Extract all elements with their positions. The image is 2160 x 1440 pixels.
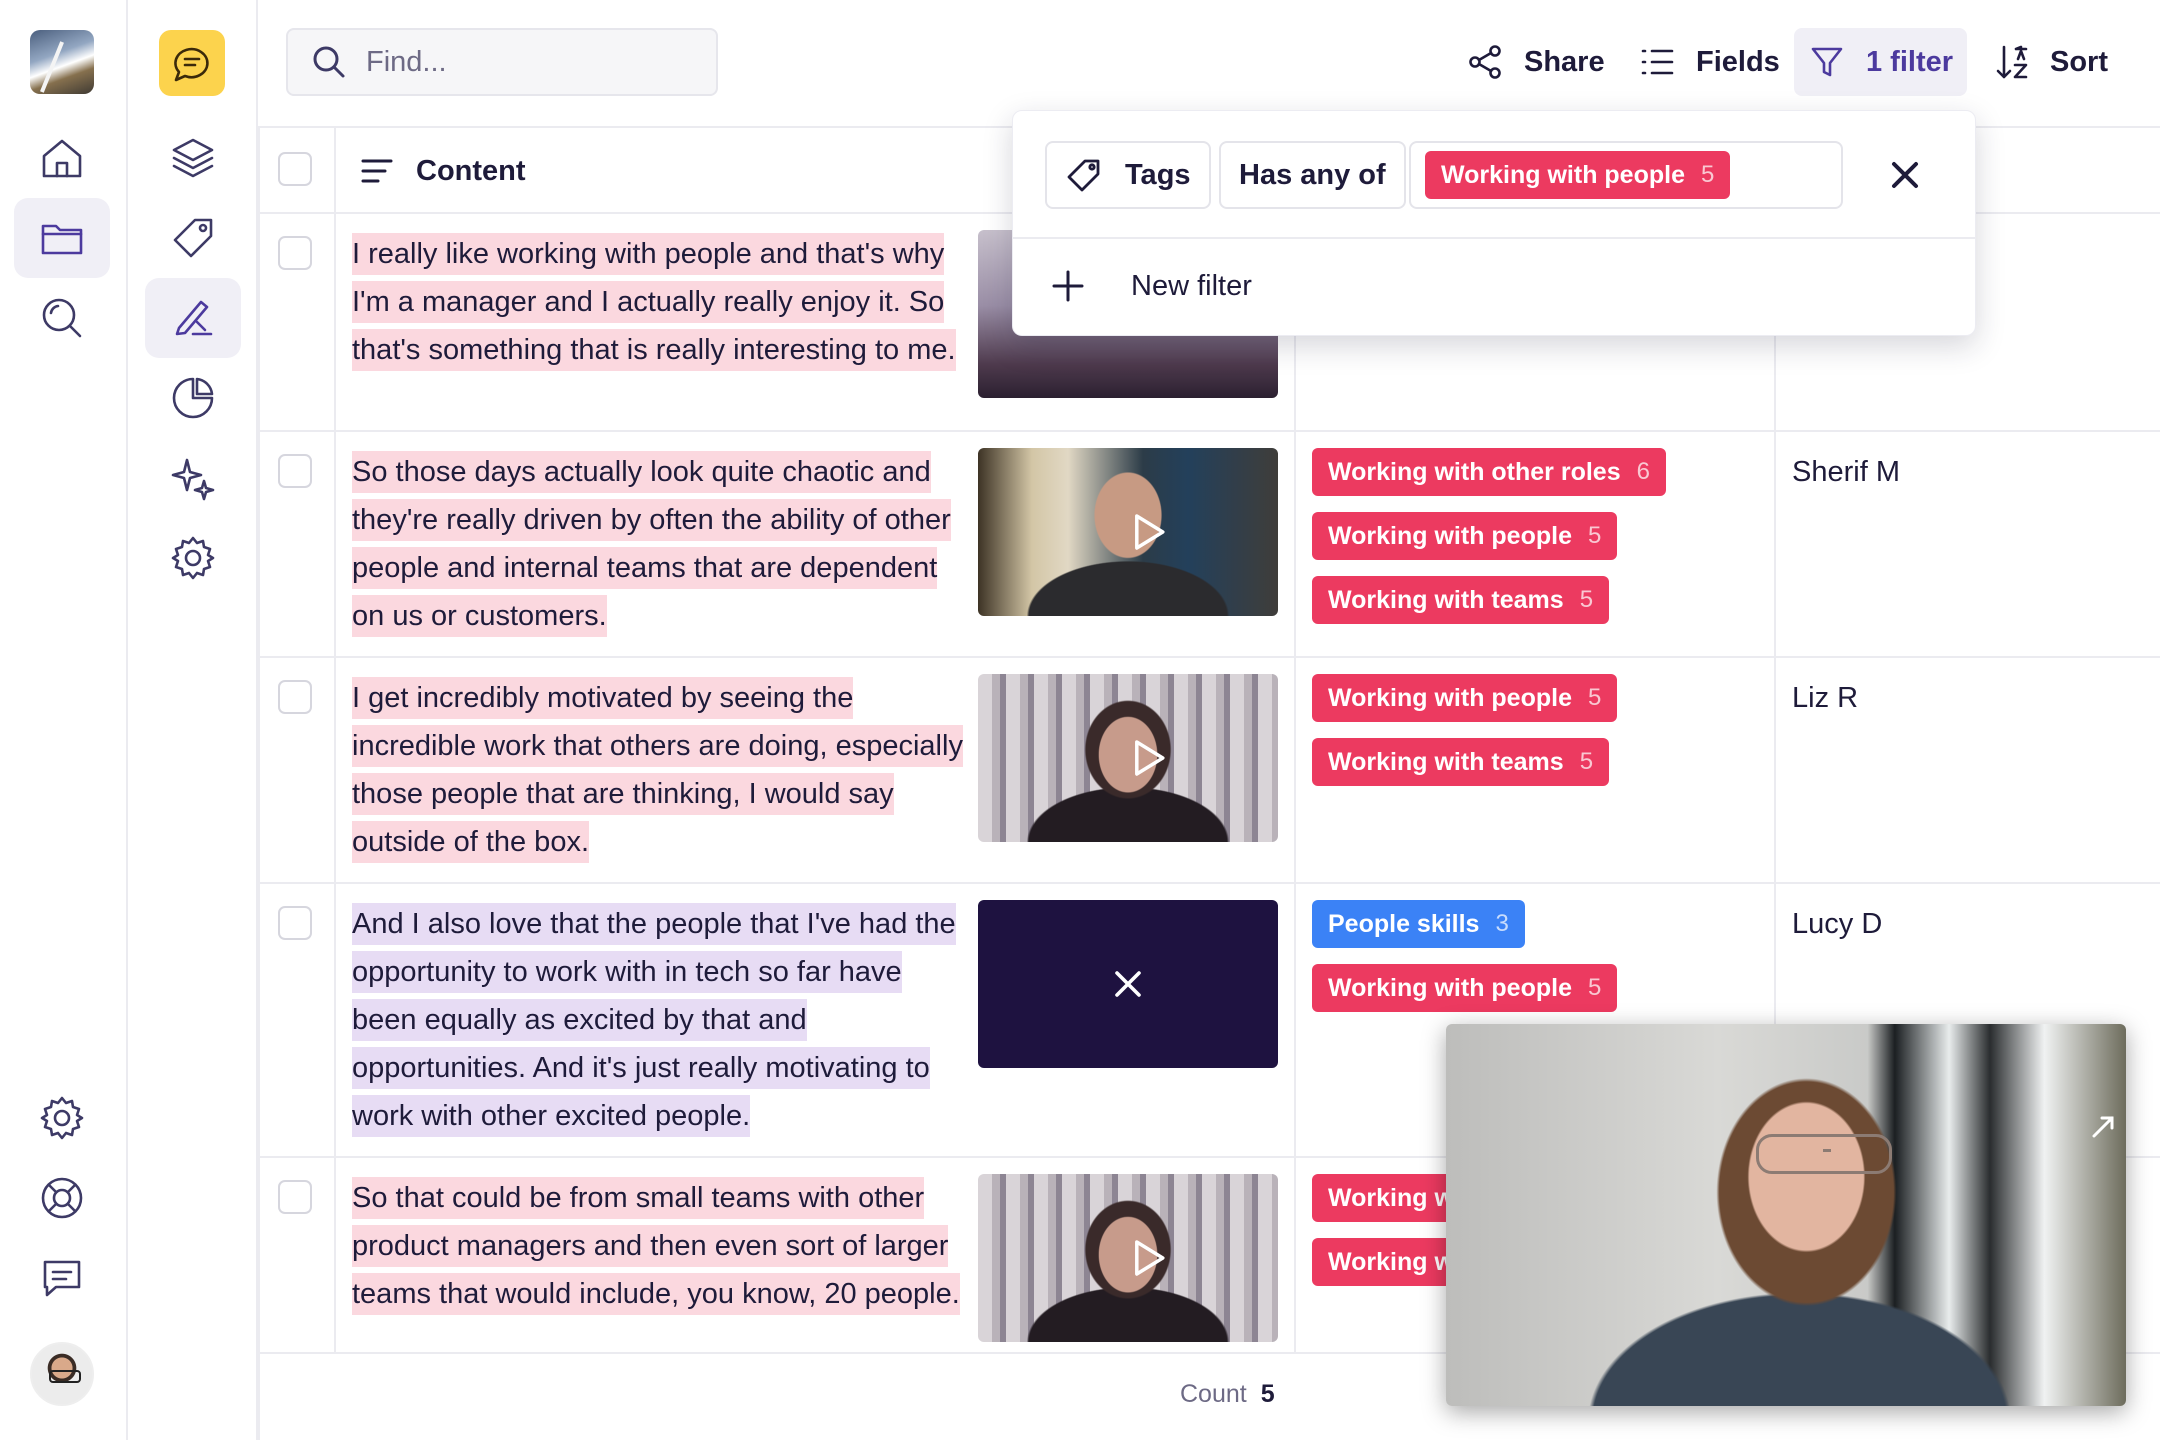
- remove-filter-button[interactable]: [1883, 153, 1927, 197]
- floating-video-player[interactable]: [1446, 1024, 2126, 1406]
- content-column-header[interactable]: Content: [358, 152, 526, 190]
- settings-icon[interactable]: [14, 1078, 110, 1158]
- close-icon: [1115, 971, 1141, 997]
- participant-name: Lucy D: [1792, 908, 1883, 940]
- row-checkbox[interactable]: [278, 906, 312, 940]
- filter-field-label: Tags: [1125, 158, 1191, 191]
- quote-text: And I also love that the people that I'v…: [352, 900, 972, 1140]
- share-button[interactable]: Share: [1452, 28, 1619, 96]
- sort-icon: [1996, 45, 2028, 79]
- search-bar[interactable]: [286, 28, 718, 96]
- count-label: Count: [1180, 1380, 1247, 1408]
- new-filter-label: New filter: [1131, 269, 1252, 302]
- tag-chip[interactable]: Working with people 5: [1312, 674, 1618, 722]
- filter-operator-select[interactable]: Has any of: [1219, 141, 1406, 209]
- select-all-checkbox[interactable]: [278, 152, 312, 186]
- filter-operator-label: Has any of: [1239, 158, 1386, 191]
- share-icon: [1469, 45, 1501, 79]
- tag-chip[interactable]: Working with teams 5: [1312, 576, 1610, 624]
- content-header-label: Content: [416, 154, 526, 187]
- filter-value-select[interactable]: Working with people 5: [1409, 141, 1843, 209]
- search-icon: [313, 46, 345, 78]
- new-filter-button[interactable]: New filter: [1051, 269, 1252, 303]
- home-icon[interactable]: [14, 118, 110, 198]
- tag-icon: [1067, 159, 1100, 192]
- quote-text: I get incredibly motivated by seeing the…: [352, 674, 972, 866]
- sort-button[interactable]: Sort: [1980, 28, 2122, 96]
- list-icon: [1641, 49, 1674, 75]
- close-icon: [1892, 162, 1918, 188]
- help-icon[interactable]: [14, 1158, 110, 1238]
- tag-chip[interactable]: Working with teams 5: [1312, 738, 1610, 786]
- sort-label: Sort: [2050, 45, 2108, 78]
- text-align-icon: [361, 159, 393, 183]
- expand-icon[interactable]: [2090, 1114, 2116, 1140]
- workspace-logo[interactable]: [30, 30, 94, 94]
- row-checkbox[interactable]: [278, 236, 312, 270]
- row-checkbox[interactable]: [278, 680, 312, 714]
- quote-text: I really like working with people and th…: [352, 230, 972, 374]
- highlight-icon[interactable]: [145, 278, 241, 358]
- fields-button[interactable]: Fields: [1624, 28, 1794, 96]
- project-nav-rail: [128, 0, 258, 1440]
- feedback-icon[interactable]: [14, 1238, 110, 1318]
- chat-icon[interactable]: [159, 30, 225, 96]
- quote-text: So that could be from small teams with o…: [352, 1174, 972, 1318]
- settings-icon[interactable]: [145, 518, 241, 598]
- count-value: 5: [1260, 1380, 1275, 1408]
- row-checkbox[interactable]: [278, 1180, 312, 1214]
- video-thumbnail[interactable]: [978, 674, 1278, 842]
- video-thumbnail-unavailable[interactable]: [978, 900, 1278, 1068]
- filter-button[interactable]: 1 filter: [1794, 28, 1968, 96]
- row-count: Count 5: [1180, 1380, 1275, 1409]
- search-input[interactable]: [366, 45, 686, 79]
- funnel-icon: [1811, 47, 1843, 77]
- tag-chip[interactable]: Working with other roles 6: [1312, 448, 1666, 496]
- play-icon[interactable]: [1117, 1240, 1165, 1276]
- filter-field-select[interactable]: Tags: [1045, 141, 1211, 209]
- folder-icon[interactable]: [14, 198, 110, 278]
- user-avatar[interactable]: [30, 1342, 94, 1406]
- play-icon[interactable]: [1117, 514, 1165, 550]
- video-thumbnail[interactable]: [978, 448, 1278, 616]
- layers-icon[interactable]: [145, 118, 241, 198]
- video-thumbnail[interactable]: [978, 1174, 1278, 1342]
- sparkles-icon[interactable]: [145, 438, 241, 518]
- video-frame-detail: [1756, 1134, 1892, 1174]
- chart-icon[interactable]: [145, 358, 241, 438]
- filter-value-chip[interactable]: Working with people 5: [1425, 151, 1731, 199]
- participant-name: Sherif M: [1792, 456, 1900, 488]
- participant-name: Liz R: [1792, 682, 1859, 714]
- fields-label: Fields: [1696, 45, 1780, 78]
- search-icon[interactable]: [14, 278, 110, 358]
- filter-popover: Tags Has any of Working with people 5 New…: [1012, 110, 1976, 336]
- row-checkbox[interactable]: [278, 454, 312, 488]
- tag-chip[interactable]: People skills 3: [1312, 900, 1525, 948]
- quote-text: So those days actually look quite chaoti…: [352, 448, 972, 640]
- filter-label: 1 filter: [1866, 45, 1954, 78]
- tag-icon[interactable]: [145, 198, 241, 278]
- tag-chip[interactable]: Working with people 5: [1312, 964, 1618, 1012]
- plus-icon: [1052, 270, 1084, 302]
- play-icon[interactable]: [1117, 740, 1165, 776]
- share-label: Share: [1524, 45, 1605, 78]
- tag-chip[interactable]: Working with people 5: [1312, 512, 1618, 560]
- global-nav-rail: [0, 0, 128, 1440]
